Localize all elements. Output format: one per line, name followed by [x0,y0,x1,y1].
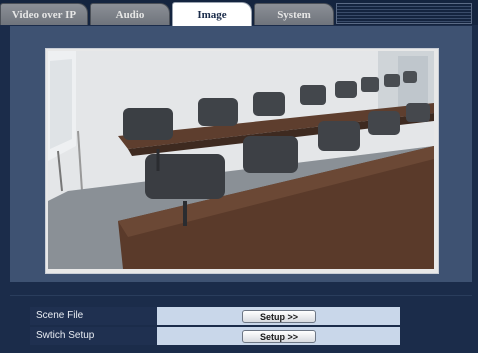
scene-file-setup-button[interactable]: Setup >> [242,310,316,323]
tab-image[interactable]: Image [172,2,252,26]
scene-file-label: Scene File [30,307,157,325]
switch-setup-label: Swtich Setup [30,327,157,345]
switch-setup-value-cell: Setup >> [157,327,400,345]
panel-divider [10,295,472,296]
camera-web-ui: Video over IP Audio Image System Scene F… [0,0,478,353]
settings-row-switch-setup: Swtich Setup Setup >> [30,327,400,345]
settings-row-scene-file: Scene File Setup >> [30,307,400,325]
tab-bar: Video over IP Audio Image System [0,0,478,26]
settings-table: Scene File Setup >> Swtich Setup Setup >… [30,307,400,347]
live-video-view [48,51,434,269]
switch-setup-button[interactable]: Setup >> [242,330,316,343]
tab-system[interactable]: System [254,3,334,25]
tab-video-over-ip[interactable]: Video over IP [0,3,88,25]
image-preview-panel [10,26,472,282]
conference-room-image [48,51,434,269]
live-video-frame [45,48,439,274]
scene-file-value-cell: Setup >> [157,307,400,325]
tab-audio[interactable]: Audio [90,3,170,25]
tab-bar-filler [336,3,472,24]
